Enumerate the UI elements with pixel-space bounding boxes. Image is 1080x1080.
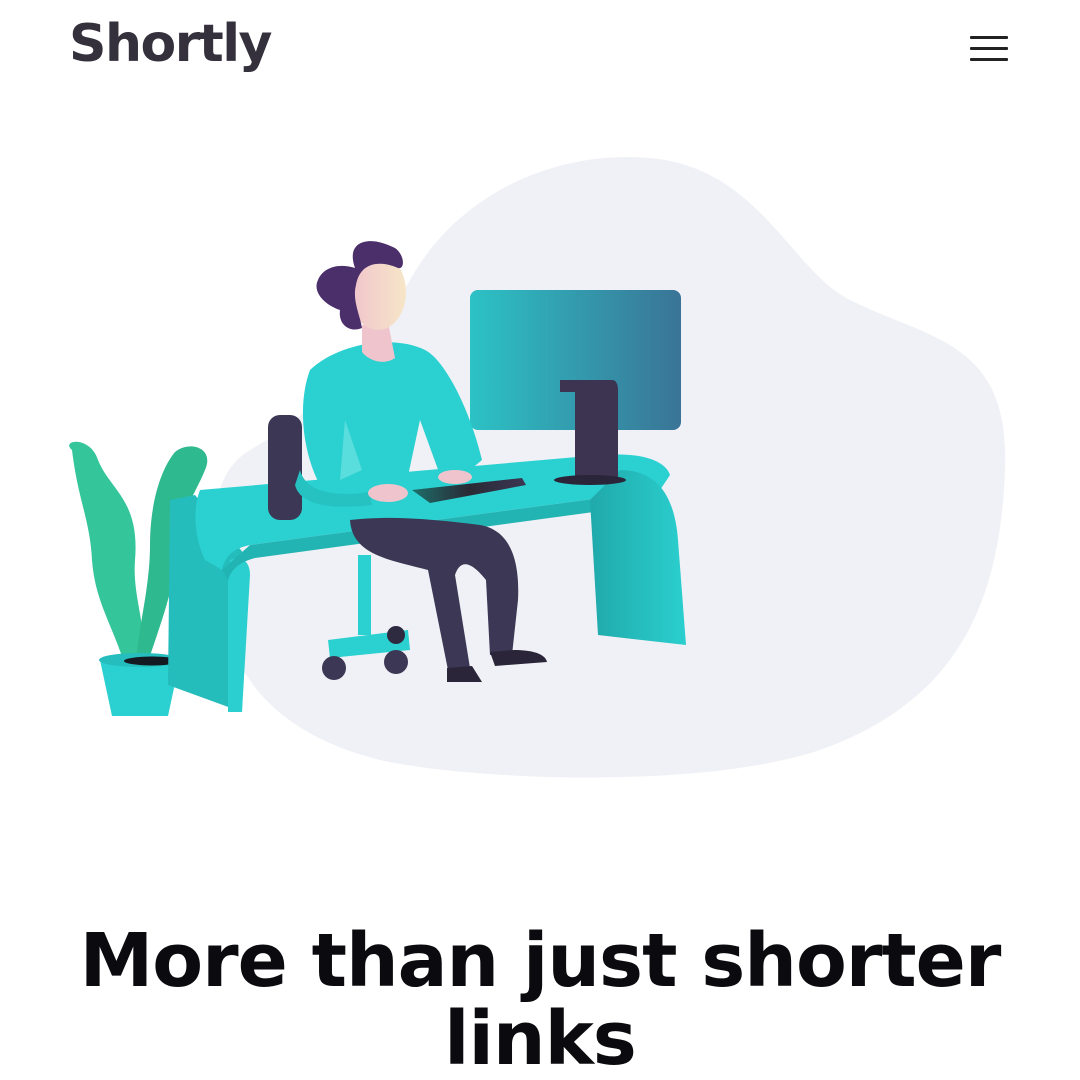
monitor-stand-base — [554, 475, 626, 485]
chair-wheel-left — [322, 656, 346, 680]
landing-page: Shortly More than just shorter links — [0, 0, 1080, 1080]
chair-wheel-right — [384, 650, 408, 674]
hero-title: More than just shorter links — [79, 918, 1002, 1080]
hamburger-menu-icon-bar-bottom — [970, 58, 1008, 61]
plant-pot — [100, 660, 180, 716]
brand-logo[interactable]: Shortly — [69, 18, 272, 70]
hamburger-menu-icon-bar-middle — [970, 47, 1008, 50]
person-hand-right — [438, 470, 472, 484]
person-hand-left — [368, 484, 408, 502]
hamburger-menu-icon-bar-top — [970, 36, 1008, 39]
chair-wheel-back — [387, 626, 405, 644]
hamburger-menu-button[interactable] — [962, 28, 1016, 70]
chair-back — [268, 415, 302, 520]
plant-leaf-left — [69, 441, 144, 665]
site-header: Shortly — [0, 0, 1080, 100]
person-working-illustration — [69, 157, 1006, 778]
chair-post — [358, 555, 371, 635]
